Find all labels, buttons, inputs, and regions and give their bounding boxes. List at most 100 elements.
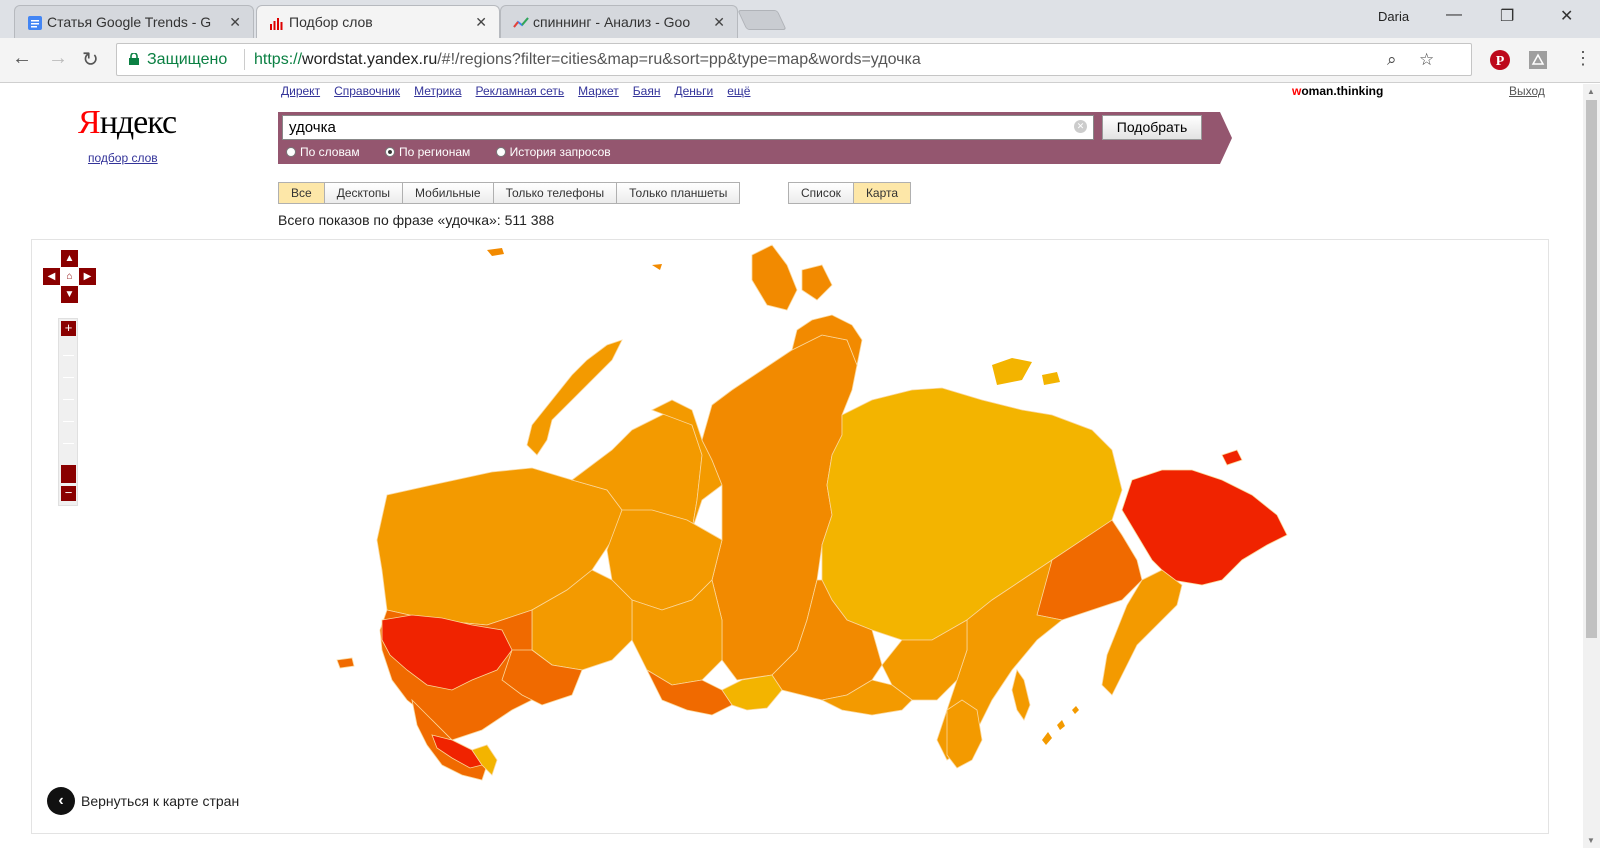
back-to-countries-link[interactable]: ‹ Вернуться к карте стран (47, 786, 239, 816)
tab-google-trends-analysis[interactable]: спиннинг - Анализ - Goo ✕ (500, 5, 738, 38)
google-docs-icon (28, 16, 42, 30)
menu-dots-icon[interactable]: ⋮ (1574, 48, 1592, 69)
close-tab-icon[interactable]: ✕ (713, 14, 725, 31)
services-nav: Директ Справочник Метрика Рекламная сеть Мар… (281, 84, 764, 98)
close-window-icon[interactable]: ✕ (1560, 6, 1573, 26)
close-tab-icon[interactable]: ✕ (475, 14, 487, 31)
pan-right-icon[interactable]: ▶ (79, 268, 96, 285)
zoom-out-icon[interactable]: − (61, 486, 76, 501)
region-franz-josef (487, 248, 662, 270)
zoom-search-icon[interactable]: ⌕ (1387, 50, 1397, 70)
page-scrollbar[interactable]: ▲ ▼ (1583, 84, 1600, 848)
service-link-more[interactable]: ещё (727, 84, 750, 98)
yandex-logo[interactable]: Яндекс (78, 104, 177, 142)
radio-circle (495, 147, 506, 157)
clear-input-icon[interactable]: ✕ (1074, 120, 1087, 133)
zoom-tick (63, 355, 74, 356)
new-tab-button[interactable] (737, 10, 787, 30)
pdf-extension-icon[interactable] (1528, 50, 1548, 70)
url-host: wordstat.yandex.ru (302, 51, 438, 68)
close-tab-icon[interactable]: ✕ (229, 14, 241, 31)
scroll-thumb[interactable] (1586, 100, 1597, 638)
zoom-tick (63, 443, 74, 444)
service-link-market[interactable]: Маркет (578, 84, 619, 98)
back-arrow-circle-icon: ‹ (47, 787, 75, 815)
reload-icon[interactable]: ↻ (82, 47, 99, 72)
region-kaliningrad (336, 657, 355, 669)
forward-arrow-icon[interactable]: → (48, 47, 68, 70)
service-link-bayan[interactable]: Баян (633, 84, 661, 98)
tab-wordstat[interactable]: Подбор слов ✕ (256, 5, 500, 38)
browser-toolbar: ← → ↻ Защищено https://wordstat.yandex.r… (0, 38, 1600, 83)
region-map: ▲ ◀ ⌂ ▶ ▼ + − ‹ Вернуться к карте стран (31, 239, 1549, 834)
scroll-down-icon[interactable]: ▼ (1587, 836, 1595, 845)
bookmark-star-icon[interactable]: ☆ (1419, 50, 1434, 70)
service-link-ad-network[interactable]: Рекламная сеть (476, 84, 565, 98)
logo-rest: ндекс (99, 104, 177, 141)
zoom-tick (63, 377, 74, 378)
profile-name[interactable]: Daria (1378, 9, 1409, 24)
service-link-metrika[interactable]: Метрика (414, 84, 461, 98)
radio-label: По регионам (398, 145, 471, 159)
wordstat-bars-icon (270, 18, 283, 30)
pinterest-icon[interactable]: P (1490, 50, 1510, 70)
device-desktop-button[interactable]: Десктопы (324, 183, 404, 203)
pan-left-icon[interactable]: ◀ (43, 268, 60, 285)
search-mode-radios: По словам По регионам История запросов (286, 145, 633, 159)
device-phones-button[interactable]: Только телефоны (493, 183, 618, 203)
device-filter: Все Десктопы Мобильные Только телефоны Т… (278, 182, 741, 204)
logout-link[interactable]: Выход (1509, 84, 1545, 98)
tab-google-trends-article[interactable]: Статья Google Trends - G ✕ (14, 5, 254, 38)
map-pan-control: ▲ ◀ ⌂ ▶ ▼ (43, 250, 97, 304)
username[interactable]: woman.thinking (1292, 84, 1383, 98)
device-mobile-button[interactable]: Мобильные (403, 183, 494, 203)
map-zoom-control: + − (58, 318, 78, 506)
zoom-slider-knob[interactable] (61, 465, 76, 483)
back-arrow-icon[interactable]: ← (12, 47, 32, 70)
search-submit-button[interactable]: Подобрать (1102, 115, 1202, 140)
tab-title: спиннинг - Анализ - Goo (533, 14, 691, 30)
username-rest: oman.thinking (1301, 84, 1384, 98)
pan-up-icon[interactable]: ▲ (61, 250, 78, 267)
russia-choropleth-map[interactable] (32, 240, 1549, 834)
search-input[interactable]: удочка (282, 115, 1094, 140)
radio-label: История запросов (509, 145, 611, 159)
scroll-up-icon[interactable]: ▲ (1587, 87, 1595, 96)
pan-down-icon[interactable]: ▼ (61, 286, 78, 303)
zoom-tick (63, 399, 74, 400)
radio-by-regions[interactable]: По регионам (384, 145, 471, 159)
minimize-icon[interactable]: — (1446, 6, 1462, 24)
device-tablets-button[interactable]: Только планшеты (617, 183, 740, 203)
view-list-button[interactable]: Список (789, 183, 854, 203)
zoom-tick (63, 421, 74, 422)
radio-history[interactable]: История запросов (495, 145, 611, 159)
url-separator (244, 49, 245, 70)
radio-circle-checked (384, 147, 395, 157)
search-panel: удочка ✕ Подобрать По словам По регионам… (278, 112, 1220, 164)
view-toggle: Список Карта (788, 182, 912, 204)
wordstat-link[interactable]: подбор слов (88, 151, 158, 165)
address-bar[interactable]: Защищено https://wordstat.yandex.ru/#!/r… (116, 43, 1472, 76)
service-link-direct[interactable]: Директ (281, 84, 320, 98)
zoom-in-icon[interactable]: + (61, 321, 76, 336)
region-severnaya-zemlya (751, 244, 833, 311)
pan-home-icon[interactable]: ⌂ (61, 268, 78, 285)
search-panel-arrow (1220, 112, 1232, 164)
region-novaya-zemlya (526, 339, 623, 456)
region-primorye (946, 699, 983, 769)
service-link-spravochnik[interactable]: Справочник (334, 84, 400, 98)
back-label: Вернуться к карте стран (81, 793, 240, 809)
username-first-letter: w (1292, 84, 1302, 98)
page-content: Яндекс подбор слов Директ Справочник Метри… (0, 84, 1583, 848)
browser-tab-strip: Статья Google Trends - G ✕ Подбор слов ✕… (0, 0, 1600, 38)
url-text[interactable]: https://wordstat.yandex.ru/#!/regions?fi… (254, 51, 921, 69)
device-all-button[interactable]: Все (279, 183, 325, 203)
service-link-money[interactable]: Деньги (674, 84, 713, 98)
restore-icon[interactable]: ❐ (1500, 6, 1514, 26)
radio-by-words[interactable]: По словам (286, 145, 360, 159)
secure-label: Защищено (147, 51, 228, 68)
view-map-button[interactable]: Карта (853, 183, 911, 203)
url-path: /#!/regions?filter=cities&map=ru&sort=pp… (437, 51, 921, 68)
url-scheme: https:// (254, 51, 303, 68)
lock-icon (129, 53, 139, 65)
